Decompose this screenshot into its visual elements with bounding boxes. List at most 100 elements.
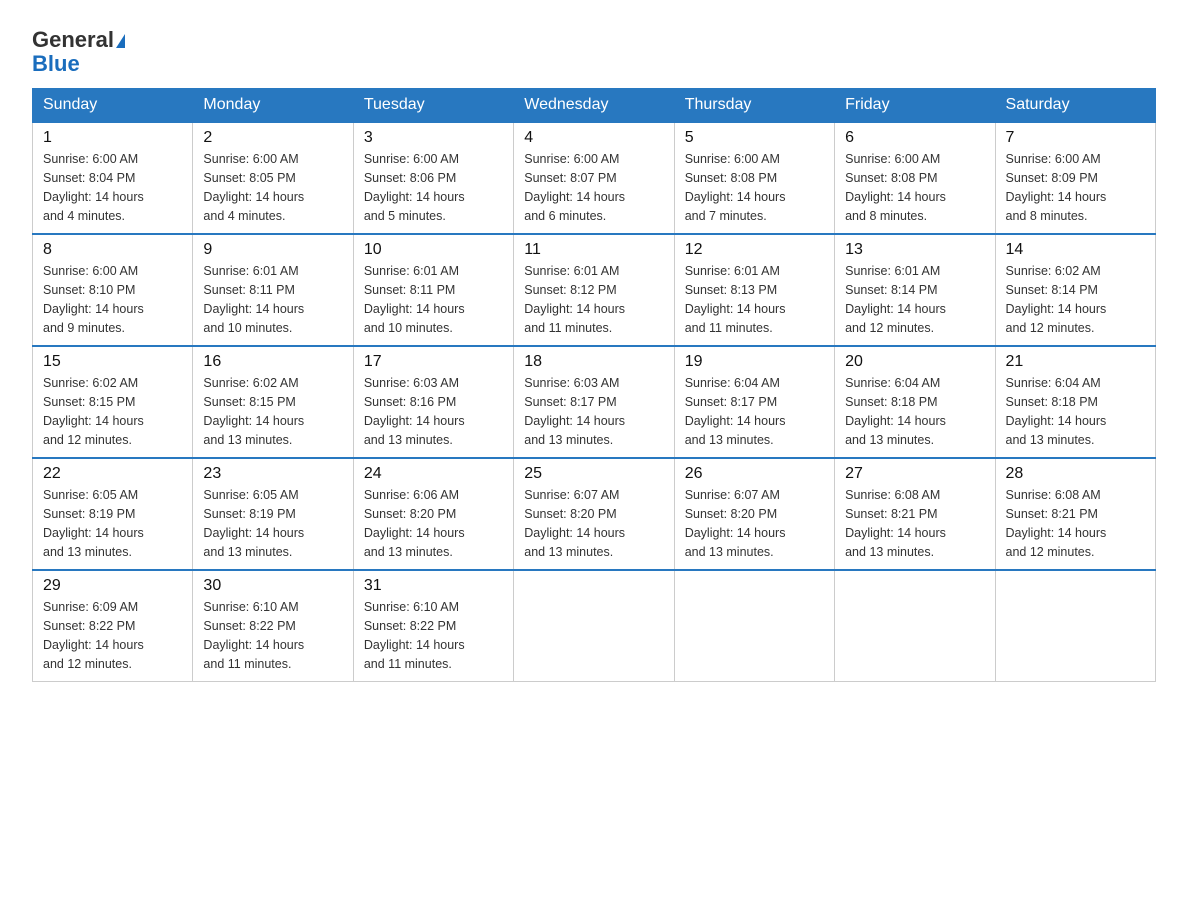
calendar-table: SundayMondayTuesdayWednesdayThursdayFrid… <box>32 88 1156 682</box>
calendar-cell: 14 Sunrise: 6:02 AMSunset: 8:14 PMDaylig… <box>995 234 1155 346</box>
day-info: Sunrise: 6:00 AMSunset: 8:04 PMDaylight:… <box>43 150 182 225</box>
day-number: 22 <box>43 465 182 483</box>
day-info: Sunrise: 6:01 AMSunset: 8:14 PMDaylight:… <box>845 262 984 337</box>
calendar-cell: 27 Sunrise: 6:08 AMSunset: 8:21 PMDaylig… <box>835 458 995 570</box>
day-number: 19 <box>685 353 824 371</box>
day-info: Sunrise: 6:05 AMSunset: 8:19 PMDaylight:… <box>43 486 182 561</box>
day-number: 29 <box>43 577 182 595</box>
day-info: Sunrise: 6:03 AMSunset: 8:17 PMDaylight:… <box>524 374 663 449</box>
calendar-cell <box>995 570 1155 682</box>
calendar-cell <box>835 570 995 682</box>
day-number: 9 <box>203 241 342 259</box>
calendar-cell: 16 Sunrise: 6:02 AMSunset: 8:15 PMDaylig… <box>193 346 353 458</box>
calendar-cell: 5 Sunrise: 6:00 AMSunset: 8:08 PMDayligh… <box>674 122 834 234</box>
calendar-cell: 19 Sunrise: 6:04 AMSunset: 8:17 PMDaylig… <box>674 346 834 458</box>
calendar-cell: 26 Sunrise: 6:07 AMSunset: 8:20 PMDaylig… <box>674 458 834 570</box>
day-info: Sunrise: 6:00 AMSunset: 8:08 PMDaylight:… <box>685 150 824 225</box>
day-info: Sunrise: 6:10 AMSunset: 8:22 PMDaylight:… <box>203 598 342 673</box>
logo-triangle-icon <box>116 34 125 48</box>
calendar-cell: 4 Sunrise: 6:00 AMSunset: 8:07 PMDayligh… <box>514 122 674 234</box>
day-number: 28 <box>1006 465 1145 483</box>
calendar-week-1: 1 Sunrise: 6:00 AMSunset: 8:04 PMDayligh… <box>33 122 1156 234</box>
weekday-header-saturday: Saturday <box>995 89 1155 123</box>
calendar-cell: 10 Sunrise: 6:01 AMSunset: 8:11 PMDaylig… <box>353 234 513 346</box>
day-number: 7 <box>1006 129 1145 147</box>
weekday-header-wednesday: Wednesday <box>514 89 674 123</box>
day-info: Sunrise: 6:00 AMSunset: 8:07 PMDaylight:… <box>524 150 663 225</box>
day-number: 10 <box>364 241 503 259</box>
day-info: Sunrise: 6:07 AMSunset: 8:20 PMDaylight:… <box>524 486 663 561</box>
day-info: Sunrise: 6:00 AMSunset: 8:06 PMDaylight:… <box>364 150 503 225</box>
weekday-header-tuesday: Tuesday <box>353 89 513 123</box>
day-number: 27 <box>845 465 984 483</box>
day-info: Sunrise: 6:02 AMSunset: 8:15 PMDaylight:… <box>43 374 182 449</box>
day-info: Sunrise: 6:05 AMSunset: 8:19 PMDaylight:… <box>203 486 342 561</box>
day-info: Sunrise: 6:01 AMSunset: 8:11 PMDaylight:… <box>203 262 342 337</box>
day-info: Sunrise: 6:00 AMSunset: 8:08 PMDaylight:… <box>845 150 984 225</box>
calendar-cell <box>514 570 674 682</box>
day-number: 8 <box>43 241 182 259</box>
day-number: 6 <box>845 129 984 147</box>
day-info: Sunrise: 6:01 AMSunset: 8:11 PMDaylight:… <box>364 262 503 337</box>
weekday-header-monday: Monday <box>193 89 353 123</box>
day-number: 25 <box>524 465 663 483</box>
day-number: 30 <box>203 577 342 595</box>
calendar-cell: 25 Sunrise: 6:07 AMSunset: 8:20 PMDaylig… <box>514 458 674 570</box>
calendar-cell: 28 Sunrise: 6:08 AMSunset: 8:21 PMDaylig… <box>995 458 1155 570</box>
calendar-cell: 17 Sunrise: 6:03 AMSunset: 8:16 PMDaylig… <box>353 346 513 458</box>
day-number: 17 <box>364 353 503 371</box>
weekday-header-thursday: Thursday <box>674 89 834 123</box>
day-number: 14 <box>1006 241 1145 259</box>
calendar-cell: 29 Sunrise: 6:09 AMSunset: 8:22 PMDaylig… <box>33 570 193 682</box>
weekday-header-friday: Friday <box>835 89 995 123</box>
day-info: Sunrise: 6:06 AMSunset: 8:20 PMDaylight:… <box>364 486 503 561</box>
calendar-cell <box>674 570 834 682</box>
calendar-week-4: 22 Sunrise: 6:05 AMSunset: 8:19 PMDaylig… <box>33 458 1156 570</box>
page-header: General Blue <box>32 24 1156 76</box>
day-number: 23 <box>203 465 342 483</box>
day-number: 1 <box>43 129 182 147</box>
day-info: Sunrise: 6:02 AMSunset: 8:15 PMDaylight:… <box>203 374 342 449</box>
calendar-cell: 3 Sunrise: 6:00 AMSunset: 8:06 PMDayligh… <box>353 122 513 234</box>
day-info: Sunrise: 6:01 AMSunset: 8:13 PMDaylight:… <box>685 262 824 337</box>
day-info: Sunrise: 6:00 AMSunset: 8:09 PMDaylight:… <box>1006 150 1145 225</box>
day-number: 15 <box>43 353 182 371</box>
day-info: Sunrise: 6:09 AMSunset: 8:22 PMDaylight:… <box>43 598 182 673</box>
day-info: Sunrise: 6:00 AMSunset: 8:05 PMDaylight:… <box>203 150 342 225</box>
calendar-cell: 22 Sunrise: 6:05 AMSunset: 8:19 PMDaylig… <box>33 458 193 570</box>
day-info: Sunrise: 6:02 AMSunset: 8:14 PMDaylight:… <box>1006 262 1145 337</box>
day-number: 16 <box>203 353 342 371</box>
day-number: 21 <box>1006 353 1145 371</box>
day-number: 12 <box>685 241 824 259</box>
logo-blue: Blue <box>32 51 80 76</box>
calendar-cell: 20 Sunrise: 6:04 AMSunset: 8:18 PMDaylig… <box>835 346 995 458</box>
day-info: Sunrise: 6:00 AMSunset: 8:10 PMDaylight:… <box>43 262 182 337</box>
calendar-week-5: 29 Sunrise: 6:09 AMSunset: 8:22 PMDaylig… <box>33 570 1156 682</box>
calendar-cell: 23 Sunrise: 6:05 AMSunset: 8:19 PMDaylig… <box>193 458 353 570</box>
calendar-cell: 1 Sunrise: 6:00 AMSunset: 8:04 PMDayligh… <box>33 122 193 234</box>
calendar-cell: 7 Sunrise: 6:00 AMSunset: 8:09 PMDayligh… <box>995 122 1155 234</box>
logo-general: General <box>32 27 114 52</box>
day-number: 20 <box>845 353 984 371</box>
day-info: Sunrise: 6:07 AMSunset: 8:20 PMDaylight:… <box>685 486 824 561</box>
day-info: Sunrise: 6:03 AMSunset: 8:16 PMDaylight:… <box>364 374 503 449</box>
calendar-week-3: 15 Sunrise: 6:02 AMSunset: 8:15 PMDaylig… <box>33 346 1156 458</box>
day-number: 2 <box>203 129 342 147</box>
day-number: 3 <box>364 129 503 147</box>
calendar-cell: 11 Sunrise: 6:01 AMSunset: 8:12 PMDaylig… <box>514 234 674 346</box>
day-info: Sunrise: 6:08 AMSunset: 8:21 PMDaylight:… <box>1006 486 1145 561</box>
calendar-cell: 31 Sunrise: 6:10 AMSunset: 8:22 PMDaylig… <box>353 570 513 682</box>
calendar-cell: 18 Sunrise: 6:03 AMSunset: 8:17 PMDaylig… <box>514 346 674 458</box>
day-number: 24 <box>364 465 503 483</box>
calendar-cell: 15 Sunrise: 6:02 AMSunset: 8:15 PMDaylig… <box>33 346 193 458</box>
day-number: 26 <box>685 465 824 483</box>
day-number: 4 <box>524 129 663 147</box>
logo: General Blue <box>32 24 125 76</box>
day-number: 13 <box>845 241 984 259</box>
weekday-header-sunday: Sunday <box>33 89 193 123</box>
calendar-header-row: SundayMondayTuesdayWednesdayThursdayFrid… <box>33 89 1156 123</box>
calendar-cell: 13 Sunrise: 6:01 AMSunset: 8:14 PMDaylig… <box>835 234 995 346</box>
day-info: Sunrise: 6:04 AMSunset: 8:18 PMDaylight:… <box>1006 374 1145 449</box>
calendar-cell: 6 Sunrise: 6:00 AMSunset: 8:08 PMDayligh… <box>835 122 995 234</box>
day-number: 5 <box>685 129 824 147</box>
